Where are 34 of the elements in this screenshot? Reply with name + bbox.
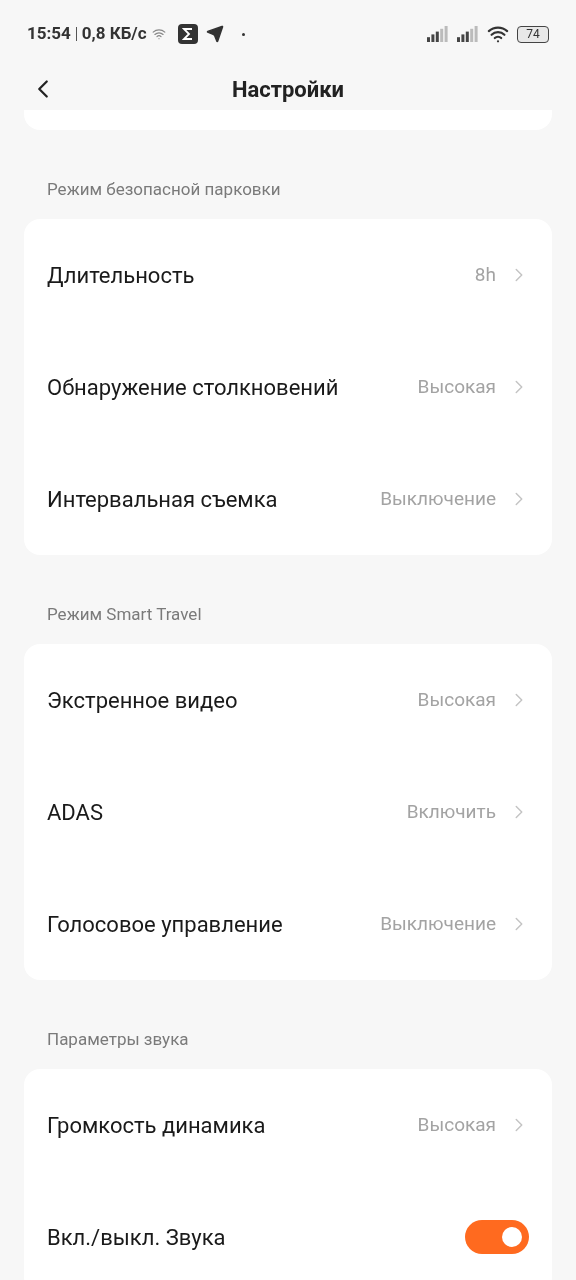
- item-label: Экстренное видео: [47, 686, 239, 715]
- settings-item[interactable]: ADAS Включить: [24, 756, 552, 868]
- item-value: Высокая: [417, 686, 496, 713]
- item-value: Выключение: [380, 485, 496, 512]
- section-title: Режим безопасной парковки: [47, 178, 281, 202]
- settings-item[interactable]: Голосовое управление Выключение: [24, 868, 552, 980]
- item-label: Обнаружение столкновений: [47, 373, 340, 402]
- item-label: Вкл./выкл. Звука: [47, 1223, 227, 1252]
- item-value: 8h: [474, 261, 496, 288]
- sigma-app-icon: [177, 24, 198, 44]
- toggle-switch[interactable]: [465, 1220, 529, 1254]
- item-label: ADAS: [47, 798, 104, 827]
- settings-item[interactable]: Громкость динамика Высокая: [24, 1069, 552, 1181]
- status-time: 15:54: [27, 22, 71, 46]
- item-value: Включить: [406, 798, 496, 825]
- item-label: Интервальная съемка: [47, 485, 279, 514]
- page-title: Настройки: [231, 75, 345, 104]
- section-title: Режим Smart Travel: [47, 603, 202, 627]
- settings-item[interactable]: Интервальная съемка Выключение: [24, 443, 552, 555]
- item-value: Высокая: [417, 1111, 496, 1138]
- item-label: Длительность: [47, 261, 196, 290]
- settings-item[interactable]: Обнаружение столкновений Высокая: [24, 331, 552, 443]
- item-value: Выключение: [380, 910, 496, 937]
- item-label: Громкость динамика: [47, 1111, 267, 1140]
- settings-item[interactable]: Длительность 8h: [24, 219, 552, 331]
- signal-icon: [427, 26, 449, 42]
- section-title: Параметры звука: [47, 1028, 189, 1052]
- item-label: Голосовое управление: [47, 910, 284, 939]
- network-speed: 0,8 КБ/с: [81, 22, 147, 46]
- battery-indicator: 74: [517, 25, 549, 43]
- settings-item[interactable]: Экстренное видео Высокая: [24, 644, 552, 756]
- item-value: Высокая: [417, 373, 496, 400]
- paper-plane-icon: [205, 25, 224, 43]
- signal-icon: [457, 26, 479, 42]
